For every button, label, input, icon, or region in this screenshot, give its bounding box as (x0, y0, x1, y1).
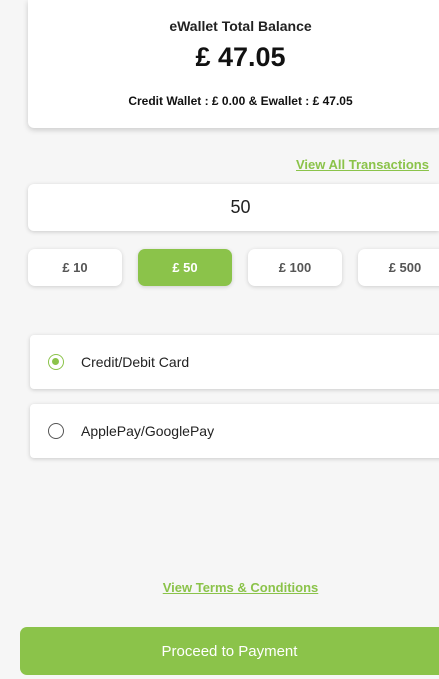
payment-option-applepay-googlepay[interactable]: ApplePay/GooglePay (30, 404, 439, 458)
balance-amount: £ 47.05 (195, 42, 286, 72)
radio-unselected-icon[interactable] (48, 423, 64, 439)
preset-amount-500-button[interactable]: £ 500 (358, 249, 439, 286)
amount-input[interactable] (28, 184, 439, 231)
payment-option-label: Credit/Debit Card (81, 354, 190, 370)
preset-amount-50-button[interactable]: £ 50 (138, 249, 232, 286)
radio-selected-icon[interactable] (48, 354, 64, 370)
view-all-transactions-link[interactable]: View All Transactions (296, 157, 429, 172)
view-terms-link[interactable]: View Terms & Conditions (0, 580, 439, 595)
preset-amount-100-button[interactable]: £ 100 (248, 249, 342, 286)
balance-title: eWallet Total Balance (169, 18, 312, 34)
payment-option-card[interactable]: Credit/Debit Card (30, 335, 439, 389)
payment-option-label: ApplePay/GooglePay (81, 423, 215, 439)
balance-breakdown: Credit Wallet : £ 0.00 & Ewallet : £ 47.… (128, 94, 353, 108)
balance-card: eWallet Total Balance £ 47.05 Credit Wal… (28, 0, 439, 128)
proceed-to-payment-button[interactable]: Proceed to Payment (20, 627, 439, 675)
preset-amount-10-button[interactable]: £ 10 (28, 249, 122, 286)
